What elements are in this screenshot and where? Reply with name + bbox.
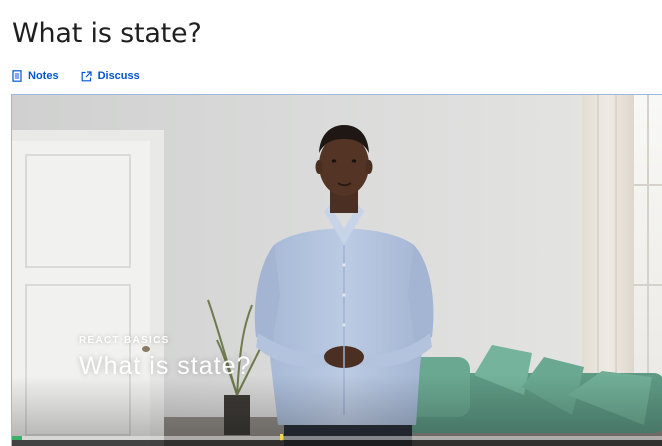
video-overlay: REACT BASICS What is state? xyxy=(79,335,251,381)
external-link-icon xyxy=(81,70,92,82)
video-player[interactable]: REACT BASICS What is state? xyxy=(11,94,662,446)
discuss-label: Discuss xyxy=(97,70,140,82)
notes-button[interactable]: Notes xyxy=(12,70,59,82)
notes-label: Notes xyxy=(28,70,59,82)
lecture-actions: Notes Discuss xyxy=(12,70,140,82)
video-controls-bar xyxy=(12,440,662,446)
discuss-button[interactable]: Discuss xyxy=(81,70,140,82)
video-frame xyxy=(12,95,662,446)
video-overlay-title: What is state? xyxy=(79,352,252,380)
notes-icon xyxy=(12,70,22,82)
page-title: What is state? xyxy=(12,18,202,49)
course-label: REACT BASICS xyxy=(79,335,170,346)
